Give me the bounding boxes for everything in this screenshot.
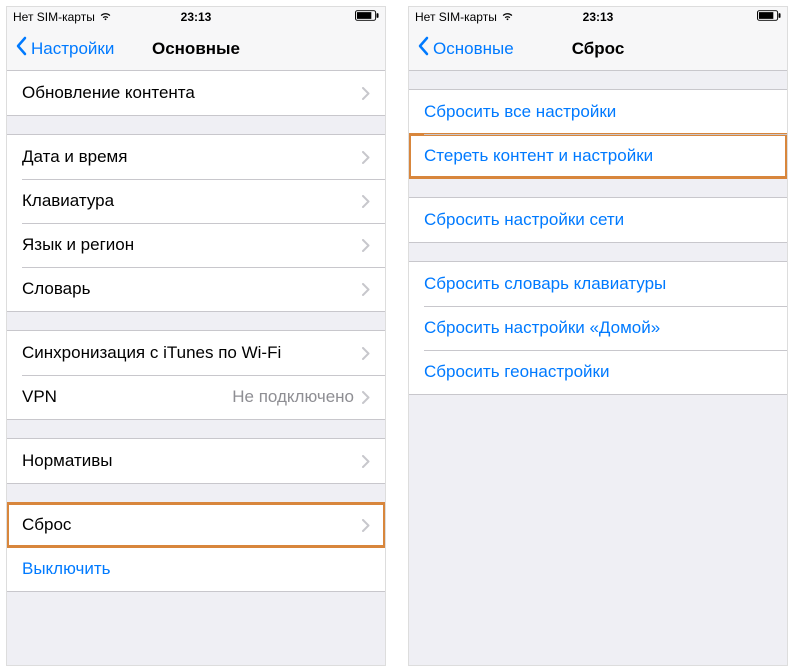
row-label: Сбросить настройки сети xyxy=(424,210,772,230)
row-дата-и-время[interactable]: Дата и время xyxy=(7,135,385,179)
battery-icon xyxy=(355,10,379,24)
phone-left: Нет SIM-карты 23:13 Настройки Основные О… xyxy=(6,6,386,666)
chevron-right-icon xyxy=(362,239,370,252)
row-нормативы[interactable]: Нормативы xyxy=(7,439,385,483)
carrier-label: Нет SIM-карты xyxy=(13,10,95,24)
settings-group: Сбросить настройки сети xyxy=(409,197,787,243)
back-label: Настройки xyxy=(31,39,114,59)
row-label: Язык и регион xyxy=(22,235,362,255)
row-label: Нормативы xyxy=(22,451,362,471)
nav-title: Сброс xyxy=(572,39,625,59)
back-button[interactable]: Настройки xyxy=(15,36,114,61)
settings-group: Сбросить словарь клавиатуры Сбросить наст… xyxy=(409,261,787,395)
chevron-right-icon xyxy=(362,283,370,296)
status-time: 23:13 xyxy=(583,10,614,24)
row-сбросить-все-настройки[interactable]: Сбросить все настройки xyxy=(409,90,787,134)
settings-group: Обновление контента xyxy=(7,71,385,116)
chevron-right-icon xyxy=(362,391,370,404)
row-label: Выключить xyxy=(22,559,370,579)
row-label: Сбросить словарь клавиатуры xyxy=(424,274,772,294)
row-стереть-контент-и-настройки[interactable]: Стереть контент и настройки xyxy=(409,134,787,178)
settings-group: Сбросить все настройки Стереть контент и … xyxy=(409,89,787,179)
nav-bar: Настройки Основные xyxy=(7,27,385,71)
row-label: VPN xyxy=(22,387,232,407)
row-сбросить-геонастройки[interactable]: Сбросить геонастройки xyxy=(409,350,787,394)
row-label: Сбросить все настройки xyxy=(424,102,772,122)
chevron-right-icon xyxy=(362,87,370,100)
battery-icon xyxy=(757,10,781,24)
back-label: Основные xyxy=(433,39,514,59)
chevron-right-icon xyxy=(362,455,370,468)
row-label: Сбросить геонастройки xyxy=(424,362,772,382)
settings-group: Синхронизация с iTunes по Wi-Fi VPNНе под… xyxy=(7,330,385,420)
chevron-right-icon xyxy=(362,519,370,532)
row-словарь[interactable]: Словарь xyxy=(7,267,385,311)
phone-right: Нет SIM-карты 23:13 Основные Сброс Сброс… xyxy=(408,6,788,666)
row-label: Сброс xyxy=(22,515,362,535)
wifi-icon xyxy=(99,10,112,24)
row-клавиатура[interactable]: Клавиатура xyxy=(7,179,385,223)
row-label: Синхронизация с iTunes по Wi-Fi xyxy=(22,343,362,363)
settings-group: Дата и время Клавиатура Язык и регион Слова… xyxy=(7,134,385,312)
back-button[interactable]: Основные xyxy=(417,36,514,61)
row-сбросить-настройки-сети[interactable]: Сбросить настройки сети xyxy=(409,198,787,242)
wifi-icon xyxy=(501,10,514,24)
row-value: Не подключено xyxy=(232,387,354,407)
chevron-left-icon xyxy=(417,36,433,61)
row-сброс[interactable]: Сброс xyxy=(7,503,385,547)
settings-group: Сброс Выключить xyxy=(7,502,385,592)
status-time: 23:13 xyxy=(181,10,212,24)
carrier-label: Нет SIM-карты xyxy=(415,10,497,24)
row-label: Сбросить настройки «Домой» xyxy=(424,318,772,338)
row-выключить[interactable]: Выключить xyxy=(7,547,385,591)
row-label: Стереть контент и настройки xyxy=(424,146,772,166)
nav-bar: Основные Сброс xyxy=(409,27,787,71)
settings-group: Нормативы xyxy=(7,438,385,484)
row-сбросить-настройки-домой-[interactable]: Сбросить настройки «Домой» xyxy=(409,306,787,350)
chevron-left-icon xyxy=(15,36,31,61)
row-язык-и-регион[interactable]: Язык и регион xyxy=(7,223,385,267)
row-синхронизация-с-itunes-по-wi-f[interactable]: Синхронизация с iTunes по Wi-Fi xyxy=(7,331,385,375)
chevron-right-icon xyxy=(362,347,370,360)
content-left: Обновление контента Дата и время Клавиатур… xyxy=(7,71,385,665)
row-label: Клавиатура xyxy=(22,191,362,211)
chevron-right-icon xyxy=(362,195,370,208)
row-label: Словарь xyxy=(22,279,362,299)
chevron-right-icon xyxy=(362,151,370,164)
row-label: Дата и время xyxy=(22,147,362,167)
row-обновление-контента[interactable]: Обновление контента xyxy=(7,71,385,115)
content-right: Сбросить все настройки Стереть контент и … xyxy=(409,71,787,665)
row-vpn[interactable]: VPNНе подключено xyxy=(7,375,385,419)
nav-title: Основные xyxy=(152,39,240,59)
status-bar: Нет SIM-карты 23:13 xyxy=(7,7,385,27)
row-сбросить-словарь-клавиатуры[interactable]: Сбросить словарь клавиатуры xyxy=(409,262,787,306)
row-label: Обновление контента xyxy=(22,83,362,103)
status-bar: Нет SIM-карты 23:13 xyxy=(409,7,787,27)
